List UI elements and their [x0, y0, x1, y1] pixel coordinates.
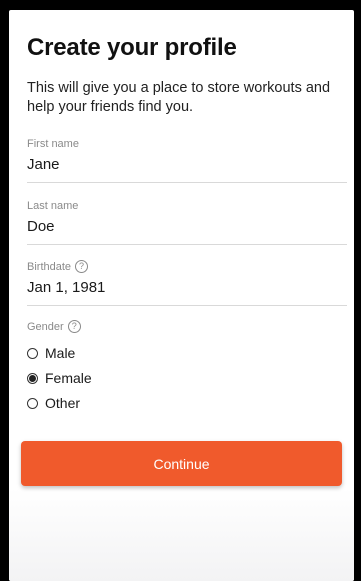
gender-option-label: Female — [45, 370, 92, 386]
continue-button[interactable]: Continue — [21, 441, 342, 486]
gender-label-row: Gender ? — [27, 320, 347, 333]
first-name-input[interactable]: Jane — [27, 156, 347, 173]
gender-option-female[interactable]: Female — [27, 370, 92, 386]
birthdate-label-row: Birthdate ? — [27, 260, 347, 273]
birthdate-label: Birthdate — [27, 260, 72, 273]
radio-unchecked-icon[interactable] — [27, 397, 38, 409]
gender-option-label: Male — [45, 345, 76, 361]
radio-unchecked-icon[interactable] — [27, 347, 38, 359]
gender-field: Gender ? — [27, 320, 347, 333]
bottom-area — [9, 488, 354, 581]
first-name-field[interactable]: First name Jane — [27, 138, 347, 173]
gender-option-male[interactable]: Male — [27, 345, 75, 361]
page-title: Create your profile — [27, 34, 237, 61]
last-name-underline — [27, 244, 347, 245]
birthdate-underline — [27, 305, 347, 306]
gender-help-icon[interactable]: ? — [67, 320, 81, 333]
gender-option-label: Other — [45, 395, 81, 411]
last-name-field[interactable]: Last name Doe — [27, 200, 347, 235]
last-name-label: Last name — [27, 200, 79, 212]
profile-screen: Create your profile This will give you a… — [9, 10, 354, 581]
birthdate-field[interactable]: Birthdate ? Jan 1, 1981 — [27, 260, 347, 296]
first-name-underline — [27, 182, 347, 183]
radio-dot — [29, 374, 36, 382]
birthdate-input[interactable]: Jan 1, 1981 — [27, 279, 347, 296]
page-subtitle: This will give you a place to store work… — [27, 80, 331, 115]
last-name-input[interactable]: Doe — [27, 218, 347, 235]
radio-checked-icon[interactable] — [27, 372, 38, 384]
gender-label: Gender — [27, 320, 64, 333]
gender-option-other[interactable]: Other — [27, 395, 80, 411]
first-name-label: First name — [27, 138, 79, 150]
birthdate-help-icon[interactable]: ? — [75, 260, 89, 273]
